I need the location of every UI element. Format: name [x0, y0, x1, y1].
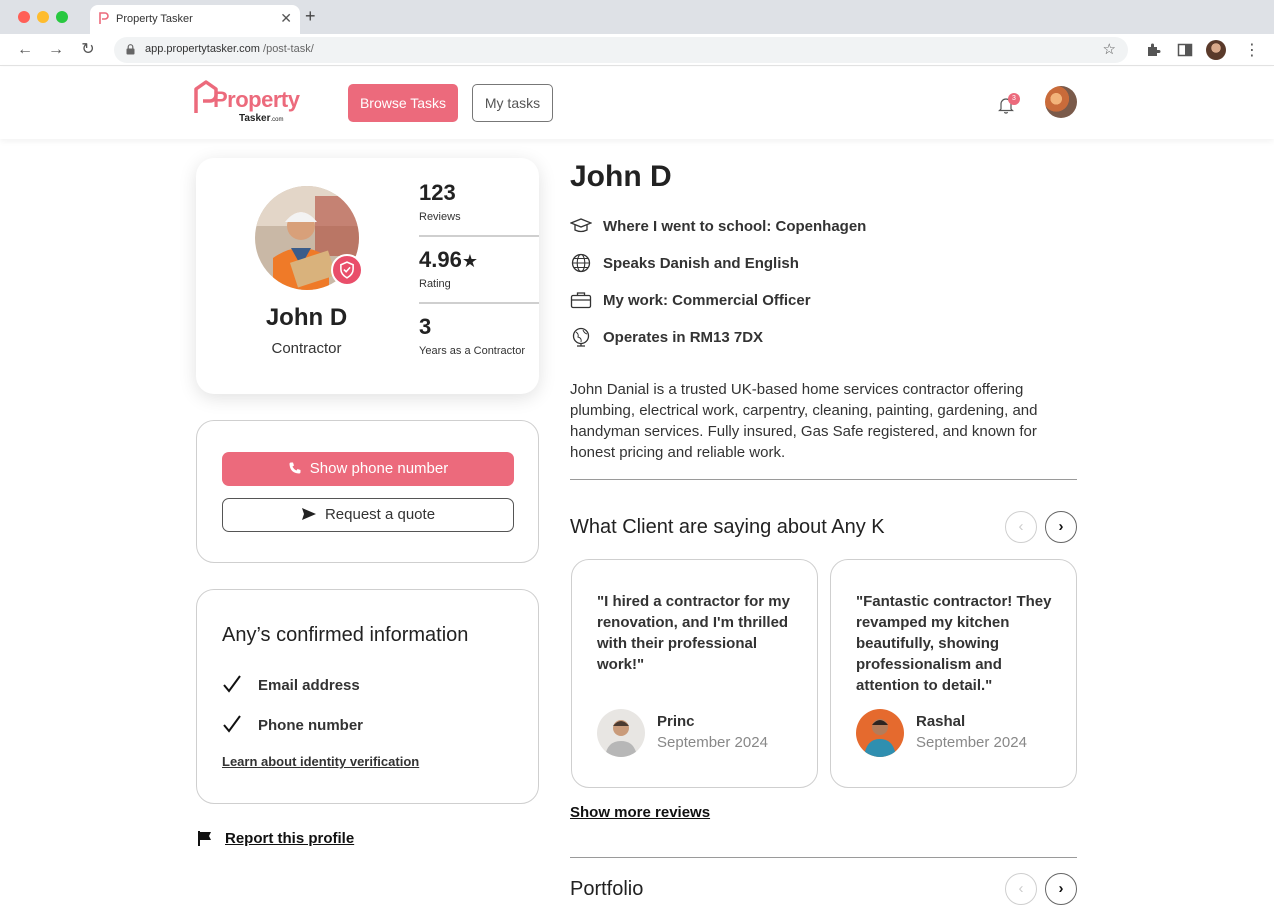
stat-value: 4.96★: [419, 247, 478, 272]
portfolio-next-button[interactable]: ›: [1045, 873, 1077, 905]
section-divider: [570, 857, 1077, 858]
stat-years: 3 Years as a Contractor: [419, 314, 539, 357]
send-icon: [301, 508, 316, 520]
site-header: Property Tasker.com Browse Tasks My task…: [0, 67, 1274, 139]
phone-icon: [289, 462, 301, 474]
info-school: Where I went to school: Copenhagen: [570, 216, 866, 236]
reviewer-name: Princ: [657, 713, 695, 730]
reviewer-avatar: [597, 709, 645, 757]
reviews-next-button[interactable]: ›: [1045, 511, 1077, 543]
profile-summary-card: John D Contractor 123 Reviews 4.96★ Rati…: [196, 158, 539, 394]
browse-tasks-button[interactable]: Browse Tasks: [348, 84, 458, 122]
section-divider: [570, 479, 1077, 480]
user-avatar[interactable]: [1045, 86, 1077, 118]
request-quote-button[interactable]: Request a quote: [222, 498, 514, 532]
confirmed-phone: Phone number: [222, 714, 363, 734]
check-icon: [223, 675, 241, 693]
reload-icon[interactable]: ↻: [78, 40, 98, 60]
logo-subtext: Tasker.com: [239, 113, 284, 124]
tab-title: Property Tasker: [116, 13, 193, 25]
browser-tab-bar: Property Tasker ✕ +: [0, 0, 1274, 34]
star-icon: ★: [461, 251, 478, 271]
url-text: app.propertytasker.com /post-task/: [145, 43, 314, 55]
show-phone-label: Show phone number: [309, 460, 449, 477]
graduation-cap-icon: [570, 218, 592, 233]
property-tasker-logo[interactable]: Property Tasker.com: [193, 79, 300, 127]
portfolio-section-title: Portfolio: [570, 878, 644, 900]
contact-card: Show phone number Request a quote: [196, 420, 539, 563]
review-date: September 2024: [657, 734, 768, 751]
stat-reviews: 123 Reviews: [419, 180, 539, 223]
reviewer-name: Rashal: [916, 713, 966, 730]
stat-rating: 4.96★ Rating: [419, 247, 539, 290]
favicon-icon: [99, 12, 109, 24]
browser-tab[interactable]: Property Tasker ✕: [90, 5, 300, 34]
logo-wordmark: Property: [213, 87, 300, 112]
profile-heading: John D: [570, 160, 672, 193]
maximize-window-button[interactable]: [56, 11, 68, 23]
verified-badge-icon: [331, 254, 363, 286]
identity-verification-link[interactable]: Learn about identity verification: [222, 754, 419, 769]
review-card: "I hired a contractor for my renovation,…: [571, 559, 818, 788]
stat-divider: [419, 302, 539, 304]
contractor-role: Contractor: [271, 340, 342, 357]
notification-badge: 3: [1008, 93, 1020, 105]
tab-close-icon[interactable]: ✕: [280, 10, 292, 27]
portfolio-prev-button[interactable]: ‹: [1005, 873, 1037, 905]
new-tab-icon[interactable]: +: [305, 6, 316, 27]
contractor-name: John D: [265, 304, 348, 331]
confirmed-info-card: Any’s confirmed information Email addres…: [196, 589, 539, 804]
show-more-reviews-link[interactable]: Show more reviews: [570, 804, 710, 821]
side-panel-icon[interactable]: [1177, 42, 1193, 58]
location-globe-icon: [572, 327, 590, 347]
confirmed-info-title: Any’s confirmed information: [222, 624, 469, 646]
forward-icon[interactable]: →: [46, 40, 66, 60]
stat-label: Reviews: [419, 211, 461, 223]
request-quote-label: Request a quote: [324, 506, 436, 523]
check-icon: [223, 715, 241, 733]
review-date: September 2024: [916, 734, 1027, 751]
flag-icon: [198, 831, 211, 846]
browser-profile-avatar[interactable]: [1206, 40, 1226, 60]
reviews-section-title: What Client are saying about Any K: [570, 516, 885, 538]
info-work: My work: Commercial Officer: [570, 290, 811, 310]
confirmed-email: Email address: [222, 674, 360, 694]
extensions-icon[interactable]: [1145, 42, 1161, 58]
reviewer-avatar: [856, 709, 904, 757]
show-phone-button[interactable]: Show phone number: [222, 452, 514, 486]
url-field[interactable]: app.propertytasker.com /post-task/ ☆: [114, 37, 1128, 63]
stat-value: 3: [419, 314, 432, 339]
stat-value: 123: [419, 180, 456, 205]
info-languages: Speaks Danish and English: [570, 253, 799, 273]
reviews-prev-button[interactable]: ‹: [1005, 511, 1037, 543]
report-profile-link[interactable]: Report this profile: [197, 830, 354, 847]
review-card: "Fantastic contractor! They revamped my …: [830, 559, 1077, 788]
stat-divider: [419, 235, 539, 237]
briefcase-icon: [570, 292, 592, 309]
close-window-button[interactable]: [18, 11, 30, 23]
browser-menu-icon[interactable]: ⋮: [1244, 40, 1260, 60]
back-icon[interactable]: ←: [15, 40, 35, 60]
info-location: Operates in RM13 7DX: [570, 327, 763, 347]
stat-label: Rating: [419, 278, 451, 290]
stat-label: Years as a Contractor: [419, 345, 525, 357]
my-tasks-button[interactable]: My tasks: [472, 84, 553, 122]
contractor-bio: John Danial is a trusted UK-based home s…: [570, 381, 1038, 461]
globe-icon: [571, 253, 591, 273]
review-text: "Fantastic contractor! They revamped my …: [856, 593, 1052, 694]
review-text: "I hired a contractor for my renovation,…: [597, 593, 790, 673]
bookmark-star-icon[interactable]: ☆: [1103, 40, 1116, 58]
lock-icon: [126, 44, 135, 55]
minimize-window-button[interactable]: [37, 11, 49, 23]
address-bar: ← → ↻ app.propertytasker.com /post-task/…: [0, 34, 1274, 66]
